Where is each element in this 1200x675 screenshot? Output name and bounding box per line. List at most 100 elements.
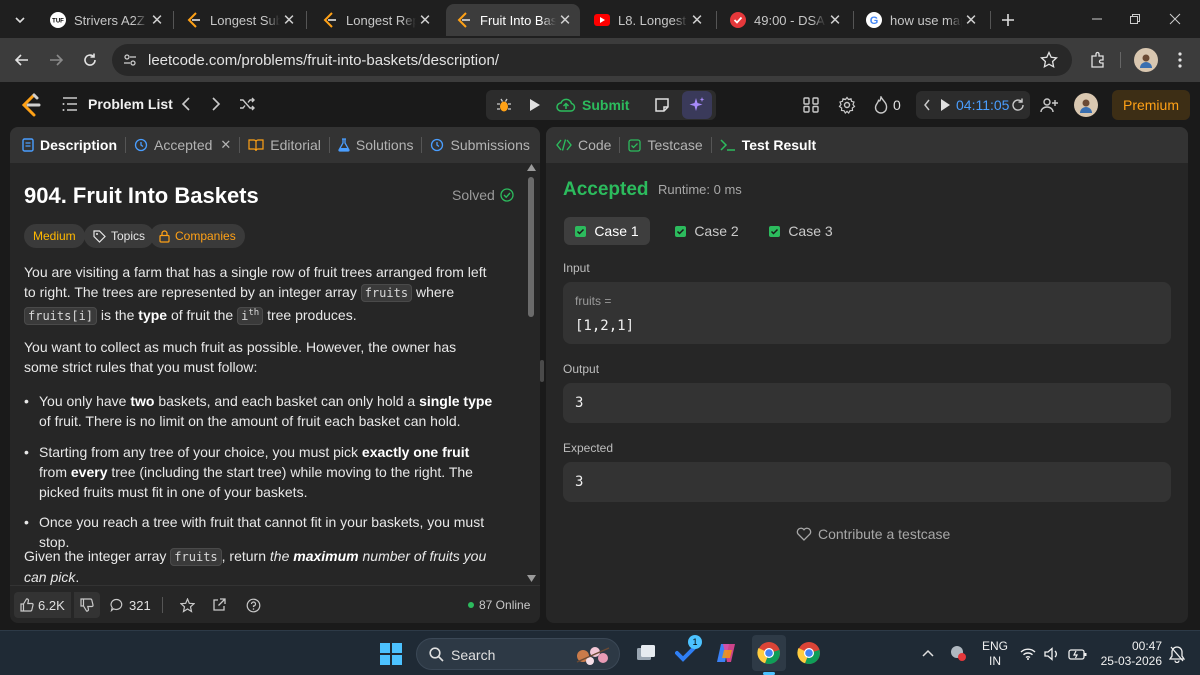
tab-description[interactable]: Description: [22, 137, 117, 153]
leetcode-logo[interactable]: [18, 92, 44, 118]
submit-button[interactable]: Submit: [556, 92, 629, 118]
close-icon[interactable]: ✕: [556, 11, 574, 29]
new-tab-button[interactable]: [996, 8, 1020, 32]
premium-button[interactable]: Premium: [1112, 90, 1190, 120]
leetcode-header: Problem List Submit 0 04:11:05 Premium: [0, 82, 1200, 126]
back-button[interactable]: [8, 46, 36, 74]
contribute-testcase-button[interactable]: Contribute a testcase: [796, 523, 950, 545]
timer-reset-button[interactable]: [1010, 95, 1026, 115]
profile-avatar[interactable]: [1134, 48, 1158, 72]
browser-menu-button[interactable]: [1168, 46, 1192, 74]
close-icon[interactable]: ✕: [280, 11, 298, 29]
tray-app-icon[interactable]: [948, 643, 968, 663]
expected-box: 3: [563, 462, 1171, 502]
site-info-icon[interactable]: [122, 52, 138, 68]
taskbar-app-chrome[interactable]: [794, 637, 824, 669]
browser-tab[interactable]: Longest Substring ✕: [176, 4, 304, 36]
reload-button[interactable]: [76, 46, 104, 74]
scrollbar[interactable]: [526, 163, 536, 583]
checkbox-icon: [628, 138, 642, 152]
ai-assist-button[interactable]: [682, 91, 712, 119]
tab-search-button[interactable]: [8, 8, 32, 32]
kebab-menu-icon: [1178, 52, 1182, 68]
run-button[interactable]: [522, 92, 546, 118]
avatar: [1138, 52, 1154, 68]
history-icon: [430, 138, 444, 152]
browser-tab[interactable]: TUF Strivers A2Z DSA ✕: [40, 4, 172, 36]
quick-settings-button[interactable]: [1018, 641, 1090, 667]
scroll-up-icon[interactable]: [527, 164, 536, 171]
settings-button[interactable]: [836, 94, 858, 116]
close-window-button[interactable]: [1158, 6, 1192, 32]
notes-button[interactable]: [650, 92, 674, 118]
like-button[interactable]: 6.2K: [14, 592, 71, 618]
debug-button[interactable]: [490, 92, 518, 118]
tab-solutions[interactable]: Solutions: [338, 137, 413, 153]
user-avatar[interactable]: [1074, 93, 1098, 117]
close-icon[interactable]: ✕: [148, 11, 166, 29]
flask-icon: [338, 138, 350, 152]
tab-submissions[interactable]: Submissions: [430, 137, 530, 153]
taskbar-app-copilot[interactable]: [712, 639, 740, 667]
browser-tab-active[interactable]: Fruit Into Baskets ✕: [446, 4, 580, 36]
browser-tab[interactable]: G how use map ✕: [856, 4, 986, 36]
close-icon[interactable]: ✕: [962, 11, 980, 29]
browser-tab[interactable]: Longest Repeating ✕: [312, 4, 440, 36]
tab-testcase[interactable]: Testcase: [628, 137, 703, 153]
timer-play-button[interactable]: [938, 95, 952, 115]
add-friend-button[interactable]: [1038, 94, 1060, 116]
tab-description-label: Description: [40, 137, 118, 153]
help-button[interactable]: [242, 592, 264, 618]
leetcode-icon: [186, 12, 202, 28]
tab-accepted[interactable]: Accepted ✕: [134, 137, 231, 153]
notifications-button[interactable]: [1166, 643, 1188, 665]
share-button[interactable]: [208, 592, 230, 618]
tab-code[interactable]: Code: [556, 137, 611, 153]
prev-problem-button[interactable]: [176, 94, 196, 114]
random-problem-button[interactable]: [236, 94, 258, 114]
panel-resize-handle[interactable]: [540, 360, 544, 382]
streak-counter[interactable]: 0: [874, 94, 901, 116]
scrollbar-thumb[interactable]: [528, 177, 534, 317]
browser-tab[interactable]: 49:00 - DSA Practice ✕: [720, 4, 850, 36]
clock[interactable]: 00:47 25-03-2026: [1096, 639, 1162, 669]
star-icon[interactable]: [1040, 51, 1058, 69]
language-indicator[interactable]: ENG IN: [978, 639, 1012, 669]
tray-overflow-button[interactable]: [918, 643, 938, 663]
extensions-button[interactable]: [1084, 46, 1112, 74]
forward-button[interactable]: [42, 46, 70, 74]
problem-list-button[interactable]: Problem List: [62, 92, 173, 116]
tab-test-result[interactable]: Test Result: [720, 137, 816, 153]
case-tab-3[interactable]: Case 3: [758, 217, 844, 245]
tab-editorial[interactable]: Editorial: [248, 137, 321, 153]
comments-button[interactable]: 321: [110, 592, 151, 618]
address-bar[interactable]: leetcode.com/problems/fruit-into-baskets…: [112, 44, 1072, 76]
bold-text: maximum: [293, 548, 359, 564]
scroll-down-icon[interactable]: [527, 575, 536, 582]
taskbar-search[interactable]: Search: [416, 638, 620, 670]
close-icon[interactable]: ✕: [826, 11, 844, 29]
problem-paragraph: You are visiting a farm that has a singl…: [24, 262, 494, 326]
topics-chip[interactable]: Topics: [84, 224, 155, 248]
minimize-button[interactable]: [1080, 6, 1114, 32]
taskbar-app-chrome-active[interactable]: [752, 635, 786, 671]
browser-tab[interactable]: L8. Longest Repeating ✕: [584, 4, 712, 36]
case-tab-2[interactable]: Case 2: [664, 217, 750, 245]
taskbar-app-todo[interactable]: 1: [672, 635, 702, 667]
start-button[interactable]: [378, 641, 404, 667]
problem-paragraph: You want to collect as much fruit as pos…: [24, 339, 457, 375]
close-icon[interactable]: ✕: [688, 11, 706, 29]
bold-text: exactly one fruit: [361, 444, 470, 460]
close-icon[interactable]: ✕: [416, 11, 434, 29]
favorite-button[interactable]: [176, 592, 198, 618]
case-tab-1[interactable]: Case 1: [564, 217, 650, 245]
dislike-button[interactable]: [74, 592, 100, 618]
task-view-button[interactable]: [632, 639, 660, 667]
restore-button[interactable]: [1118, 6, 1152, 32]
restore-icon: [1129, 13, 1141, 25]
companies-chip[interactable]: Companies: [150, 224, 245, 248]
layout-button[interactable]: [800, 94, 822, 116]
close-icon[interactable]: ✕: [220, 137, 231, 153]
timer-collapse-button[interactable]: [920, 95, 934, 115]
next-problem-button[interactable]: [206, 94, 226, 114]
